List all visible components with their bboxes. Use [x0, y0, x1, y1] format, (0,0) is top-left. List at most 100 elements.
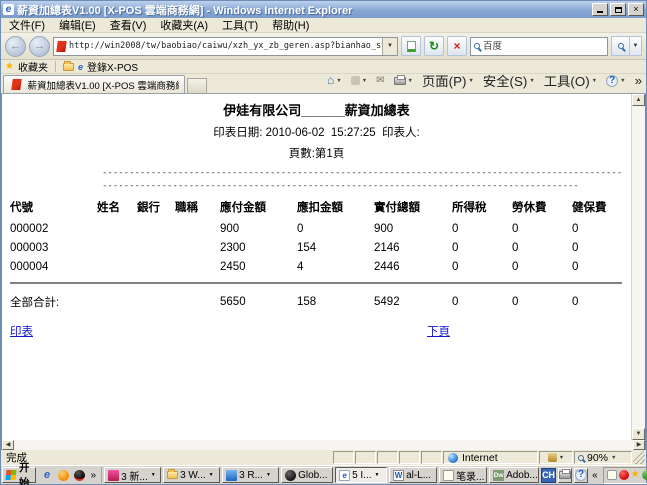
- forward-button[interactable]: →: [29, 36, 50, 57]
- read-mail-button[interactable]: ✉: [374, 75, 386, 87]
- chevron-right-icon: »: [91, 470, 97, 481]
- chevron-down-icon: ▼: [375, 472, 380, 478]
- maximize-button[interactable]: [610, 3, 626, 16]
- cell-job: [175, 238, 220, 257]
- cell-labor: 0: [512, 257, 572, 276]
- search-box[interactable]: [470, 37, 608, 56]
- taskbar-window-group-1[interactable]: 3 新... ▼: [104, 467, 161, 483]
- status-panel: [377, 451, 398, 464]
- arrow-left-icon: ◀: [6, 442, 11, 448]
- start-button[interactable]: 开始: [2, 467, 36, 483]
- horizontal-scrollbar[interactable]: ◀ ▶: [1, 440, 646, 450]
- print-report-link[interactable]: 印表: [10, 323, 33, 339]
- scroll-down-button[interactable]: ▼: [632, 428, 645, 440]
- chevron-down-icon: ▼: [529, 78, 534, 84]
- menu-edit[interactable]: 编辑(E): [53, 16, 102, 34]
- tab-favicon: [11, 79, 21, 90]
- taskbar-button-label: Adob...: [506, 470, 538, 481]
- total-health: 0: [572, 290, 622, 313]
- menu-help[interactable]: 帮助(H): [266, 16, 315, 34]
- taskbar-window-ie-group[interactable]: e 5 I... ▼: [335, 467, 387, 483]
- address-dropdown-button[interactable]: ▼: [382, 38, 397, 55]
- quicklaunch-qq-icon[interactable]: [73, 469, 86, 482]
- taskbar-window-notes[interactable]: 笔录...: [439, 467, 487, 483]
- tray-star-icon[interactable]: ★: [631, 470, 640, 480]
- separator-line: ----------------------------------------…: [102, 169, 631, 178]
- help-tray-button[interactable]: ?: [574, 468, 588, 483]
- qq-icon: [285, 470, 296, 481]
- chevron-down-icon: ▼: [266, 472, 271, 478]
- new-tab-button[interactable]: [187, 78, 207, 93]
- printer-tray-button[interactable]: [558, 468, 572, 483]
- resize-grip[interactable]: [633, 451, 645, 464]
- address-bar[interactable]: ▼: [53, 37, 398, 56]
- search-go-icon: [618, 43, 624, 49]
- arrow-down-icon: ▼: [636, 431, 642, 437]
- menu-favorites[interactable]: 收藏夹(A): [154, 16, 214, 34]
- ie-icon: e: [339, 470, 350, 481]
- stop-button[interactable]: ×: [447, 36, 467, 56]
- total-deducted: 158: [297, 290, 374, 313]
- address-input[interactable]: [69, 39, 382, 54]
- tray-security-icon[interactable]: [642, 470, 647, 480]
- tab-payroll-report[interactable]: 薪資加總表V1.00 [X-POS 雲端商務網]: [3, 75, 185, 93]
- site-shortcut-icon[interactable]: e: [78, 62, 83, 72]
- cell-payable: 2450: [220, 257, 297, 276]
- back-button[interactable]: ←: [5, 36, 26, 57]
- feeds-button[interactable]: ▼: [349, 75, 369, 86]
- search-input[interactable]: [483, 41, 615, 52]
- taskbar-window-word[interactable]: W al-L...: [389, 467, 437, 483]
- menu-file[interactable]: 文件(F): [3, 16, 51, 34]
- refresh-button[interactable]: ↻: [424, 36, 444, 56]
- internet-zone-icon: [448, 453, 458, 463]
- home-button[interactable]: ⌂▼: [325, 74, 344, 87]
- help-icon: ?: [575, 469, 587, 481]
- total-labor: 0: [512, 290, 572, 313]
- tray-document-icon[interactable]: [607, 470, 617, 480]
- cell-job: [175, 219, 220, 238]
- col-deducted: 應扣金額: [297, 197, 374, 219]
- add-favorite-icon[interactable]: [63, 63, 74, 71]
- taskbar-window-adobe[interactable]: Dw Adob...: [489, 467, 539, 483]
- tray-collapse-button[interactable]: «: [590, 470, 600, 481]
- status-panel: [333, 451, 354, 464]
- compatibility-view-button[interactable]: [401, 36, 421, 56]
- page-menu-label: 页面(P): [422, 71, 466, 90]
- scroll-up-button[interactable]: ▲: [632, 94, 645, 106]
- quicklaunch-ie-icon[interactable]: e: [41, 469, 54, 482]
- search-go-button[interactable]: [611, 36, 630, 56]
- language-indicator[interactable]: CH: [541, 468, 556, 483]
- security-zone-panel: Internet: [443, 451, 538, 464]
- cell-deducted: 154: [297, 238, 374, 257]
- scroll-right-button[interactable]: ▶: [633, 440, 645, 450]
- tools-menu-button[interactable]: 工具(O)▼: [542, 70, 599, 91]
- page-menu-button[interactable]: 页面(P)▼: [420, 70, 476, 91]
- close-button[interactable]: ×: [628, 3, 644, 16]
- help-menu-button[interactable]: ?▼: [604, 74, 627, 88]
- taskbar-button-label: 5 I...: [352, 470, 371, 481]
- menu-view[interactable]: 查看(V): [104, 16, 153, 34]
- protected-mode-panel[interactable]: ▼: [539, 451, 573, 464]
- taskbar-window-group-3[interactable]: 3 R... ▼: [222, 467, 279, 483]
- tray-qq-icon[interactable]: [619, 470, 629, 480]
- zoom-control[interactable]: 90% ▼: [574, 451, 632, 464]
- cell-health: 0: [572, 238, 622, 257]
- scroll-left-button[interactable]: ◀: [2, 440, 14, 450]
- next-page-link[interactable]: 下頁: [427, 323, 450, 339]
- taskbar-window-group-2[interactable]: 3 W... ▼: [163, 467, 220, 483]
- safety-menu-button[interactable]: 安全(S)▼: [481, 70, 537, 91]
- quicklaunch-overflow-button[interactable]: »: [89, 470, 99, 481]
- command-overflow-button[interactable]: »: [633, 72, 644, 89]
- vertical-scrollbar[interactable]: ▲ ▼: [631, 94, 645, 440]
- minimize-button[interactable]: [592, 3, 608, 16]
- favorites-button[interactable]: 收藏夹: [18, 59, 48, 74]
- col-name: 姓名: [97, 197, 137, 219]
- cell-name: [97, 219, 137, 238]
- favorites-link-xpos[interactable]: 登錄X-POS: [87, 59, 138, 74]
- taskbar-window-global[interactable]: Glob...: [281, 467, 333, 483]
- menu-tools[interactable]: 工具(T): [216, 16, 264, 34]
- feeds-icon: [351, 76, 360, 85]
- quicklaunch-messenger-icon[interactable]: [57, 469, 70, 482]
- search-options-button[interactable]: ▼: [630, 36, 642, 56]
- print-button[interactable]: ▼: [392, 76, 415, 86]
